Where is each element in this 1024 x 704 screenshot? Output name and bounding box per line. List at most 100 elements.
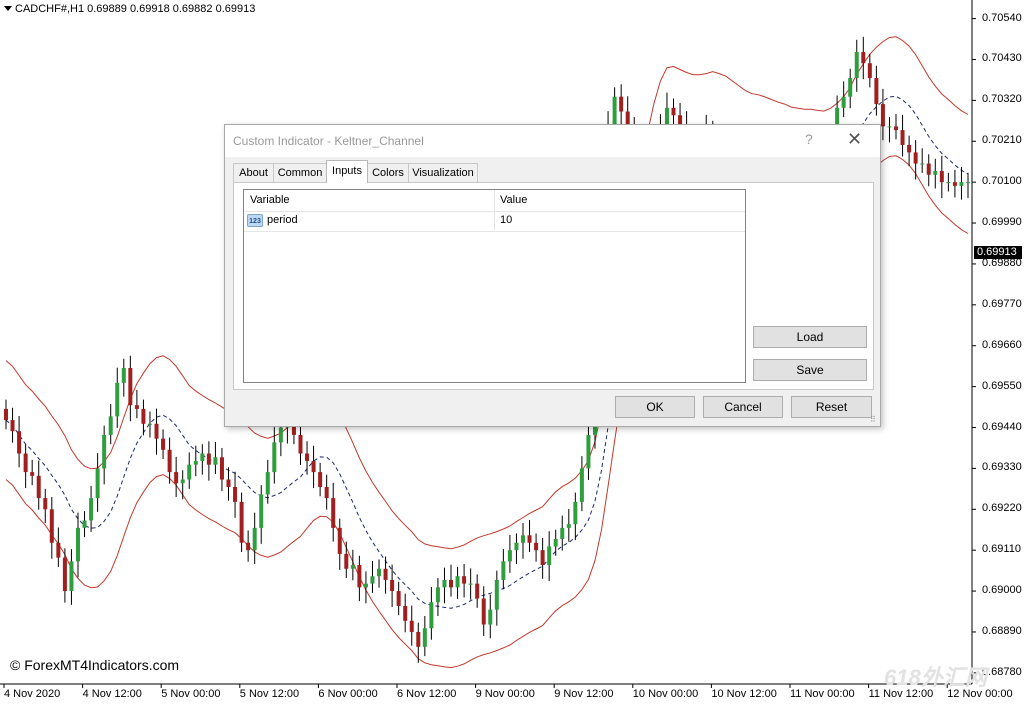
time-tick-label: 11 Nov 00:00	[790, 688, 855, 700]
tab-inputs[interactable]: Inputs	[326, 160, 368, 183]
bullish-candle	[115, 382, 120, 417]
bullish-candle	[265, 472, 270, 495]
bullish-candle	[442, 579, 447, 588]
bearish-candle	[403, 605, 408, 621]
bullish-candle	[108, 416, 113, 435]
bearish-candle	[49, 509, 54, 543]
bearish-candle	[174, 472, 179, 484]
bullish-candle	[920, 163, 925, 165]
bearish-candle	[894, 126, 899, 131]
time-tick-label: 10 Nov 12:00	[711, 688, 777, 700]
bearish-candle	[357, 565, 362, 588]
price-tick-label: 0.69770	[982, 297, 1022, 310]
tab-about[interactable]: About	[233, 163, 274, 182]
dialog-title: Custom Indicator - Keltner_Channel	[233, 134, 424, 148]
tab-visualization[interactable]: Visualization	[408, 163, 478, 182]
bearish-candle	[331, 498, 336, 528]
bearish-candle	[337, 527, 342, 554]
bearish-candle	[952, 182, 957, 186]
bullish-candle	[370, 576, 375, 584]
bearish-candle	[880, 104, 885, 127]
reset-button[interactable]: Reset	[791, 396, 872, 418]
price-tick-label: 0.69660	[982, 338, 1022, 351]
help-icon[interactable]: ?	[805, 131, 813, 147]
bearish-candle	[4, 408, 8, 421]
bullish-candle	[547, 546, 552, 566]
input-variable-name: period	[267, 214, 298, 226]
bearish-candle	[233, 486, 238, 502]
inputs-grid[interactable]: Variable Value 123 period 10	[243, 189, 746, 383]
resize-grip-icon[interactable]: ⠿	[870, 416, 878, 424]
bearish-candle	[907, 144, 912, 153]
price-tick-label: 0.69110	[982, 543, 1021, 556]
bearish-candle	[383, 568, 388, 580]
bearish-candle	[219, 457, 224, 480]
input-value-field[interactable]: 10	[500, 214, 512, 226]
bearish-candle	[390, 579, 395, 592]
cancel-button[interactable]: Cancel	[703, 396, 783, 418]
variable-column-header[interactable]: Variable	[250, 194, 290, 206]
bearish-candle	[867, 63, 872, 79]
bearish-candle	[462, 576, 467, 584]
bearish-candle	[534, 542, 539, 551]
price-tick-label: 0.68780	[982, 665, 1022, 678]
price-tick-label: 0.69000	[982, 584, 1022, 597]
bullish-candle	[507, 550, 512, 562]
custom-indicator-dialog: Custom Indicator - Keltner_Channel ? ✕ A…	[224, 124, 881, 427]
bearish-candle	[246, 542, 251, 551]
time-tick-label: 5 Nov 12:00	[239, 688, 300, 700]
price-tick-label: 0.70100	[982, 175, 1022, 188]
bullish-candle	[377, 568, 382, 577]
bullish-candle	[350, 565, 355, 569]
bullish-candle	[180, 479, 185, 484]
bullish-candle	[193, 460, 198, 465]
bearish-candle	[344, 553, 349, 569]
bullish-candle	[213, 457, 218, 465]
copyright-text: © ForexMT4Indicators.com	[10, 657, 180, 673]
price-tick-label: 0.69990	[982, 216, 1022, 229]
bearish-candle	[874, 78, 879, 105]
bearish-candle	[206, 453, 211, 465]
dialog-titlebar[interactable]: Custom Indicator - Keltner_Channel ? ✕	[225, 125, 880, 157]
inputs-panel: Variable Value 123 period 10 Load Save	[233, 182, 874, 390]
load-button[interactable]: Load	[753, 326, 867, 348]
ok-button[interactable]: OK	[615, 396, 695, 418]
time-tick-label: 6 Nov 12:00	[397, 688, 457, 700]
bullish-candle	[422, 628, 427, 647]
bearish-candle	[134, 405, 139, 409]
price-tick-label: 0.69220	[982, 502, 1022, 515]
bullish-candle	[573, 501, 578, 525]
bullish-candle	[147, 423, 152, 425]
bearish-candle	[861, 52, 866, 64]
bearish-candle	[30, 472, 35, 476]
bearish-candle	[128, 368, 133, 406]
save-button[interactable]: Save	[753, 359, 867, 381]
input-row-period[interactable]: 123 period 10	[244, 211, 745, 232]
bearish-candle	[396, 591, 401, 606]
bearish-candle	[43, 498, 48, 510]
bearish-candle	[900, 130, 905, 145]
bearish-candle	[226, 479, 231, 487]
bullish-candle	[75, 527, 80, 562]
bearish-candle	[449, 579, 454, 588]
tab-colors[interactable]: Colors	[367, 163, 409, 182]
bearish-candle	[619, 96, 624, 112]
bearish-candle	[239, 501, 244, 543]
integer-type-icon: 123	[247, 214, 263, 227]
bullish-candle	[933, 171, 938, 175]
bullish-candle	[854, 52, 859, 79]
value-column-header[interactable]: Value	[500, 194, 527, 206]
price-tick-label: 0.70540	[982, 11, 1022, 24]
close-icon[interactable]: ✕	[847, 129, 862, 150]
bullish-candle	[429, 602, 434, 629]
bearish-candle	[318, 472, 323, 487]
bullish-candle	[566, 524, 571, 528]
bullish-candle	[579, 468, 584, 502]
bullish-candle	[187, 464, 192, 480]
time-tick-label: 6 Nov 00:00	[318, 688, 378, 700]
bullish-candle	[272, 442, 277, 473]
bearish-candle	[926, 163, 931, 175]
bullish-candle	[82, 520, 87, 528]
tab-common[interactable]: Common	[273, 163, 327, 182]
price-tick-label: 0.69330	[982, 461, 1022, 474]
